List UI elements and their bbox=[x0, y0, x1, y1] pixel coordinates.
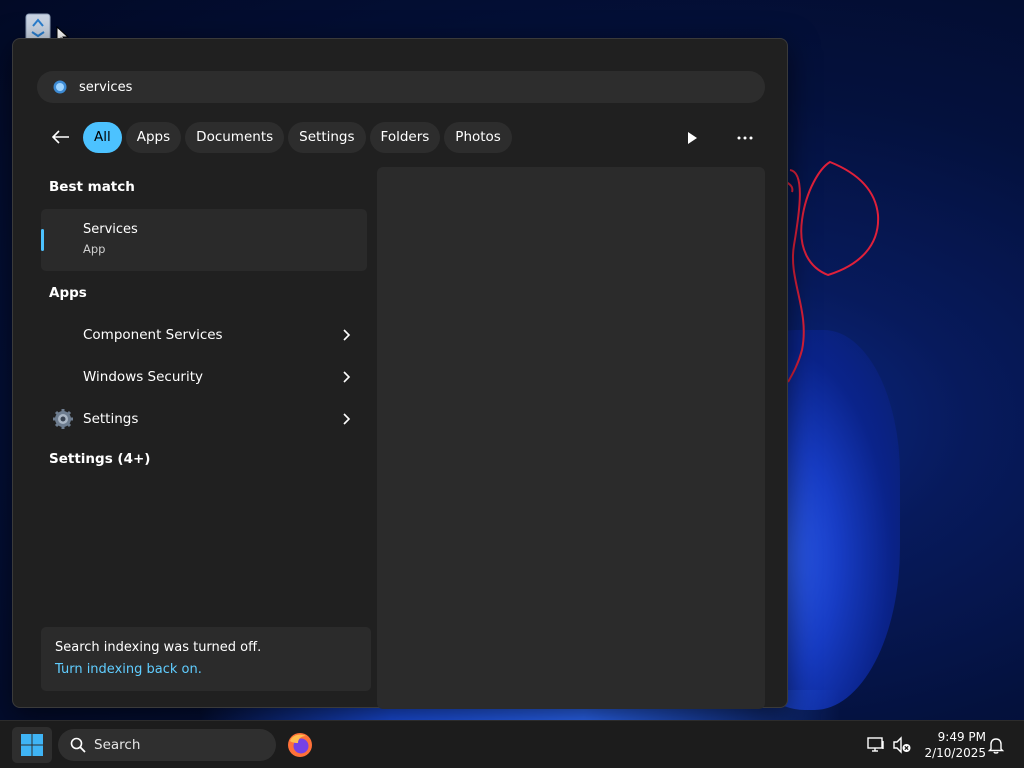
app-item-windows-security[interactable]: Windows Security bbox=[41, 357, 367, 397]
firefox-icon[interactable] bbox=[286, 731, 314, 759]
chevron-right-icon[interactable] bbox=[339, 411, 355, 427]
indexing-notice: Search indexing was turned off. Turn ind… bbox=[41, 627, 371, 691]
app-item-label: Settings bbox=[83, 411, 139, 427]
start-search-panel: All Apps Documents Settings Folders Phot… bbox=[12, 38, 788, 709]
taskbar-search-box[interactable]: Search bbox=[58, 729, 276, 761]
search-input[interactable] bbox=[79, 79, 719, 95]
filter-settings[interactable]: Settings bbox=[288, 121, 366, 153]
component-services-icon bbox=[51, 323, 75, 347]
start-button[interactable] bbox=[12, 727, 52, 763]
chevron-right-icon[interactable] bbox=[339, 327, 355, 343]
windows-logo-icon bbox=[21, 734, 43, 756]
apps-heading: Apps bbox=[49, 285, 87, 301]
best-match-type: App bbox=[83, 242, 106, 256]
best-match-services[interactable]: Services App bbox=[41, 209, 367, 271]
filter-all[interactable]: All bbox=[83, 121, 122, 153]
app-item-label: Component Services bbox=[83, 327, 223, 343]
selection-indicator bbox=[41, 229, 44, 251]
best-match-name: Services bbox=[83, 222, 138, 237]
best-match-heading: Best match bbox=[49, 179, 135, 195]
more-options-button[interactable] bbox=[733, 127, 757, 149]
chevron-right-icon[interactable] bbox=[339, 369, 355, 385]
filter-documents[interactable]: Documents bbox=[185, 121, 285, 153]
taskbar: Search 9:49 PM 2/10/2025 bbox=[0, 720, 1024, 768]
volume-muted-icon[interactable] bbox=[892, 735, 912, 755]
search-icon bbox=[53, 80, 67, 94]
settings-section-heading[interactable]: Settings (4+) bbox=[49, 451, 150, 467]
result-preview-pane bbox=[377, 167, 765, 709]
play-button[interactable] bbox=[681, 127, 703, 149]
red-scribble-drawing bbox=[780, 160, 880, 383]
app-item-settings[interactable]: Settings bbox=[41, 399, 367, 439]
app-item-component-services[interactable]: Component Services bbox=[41, 315, 367, 355]
taskbar-search-label: Search bbox=[94, 737, 141, 753]
arrow-left-icon bbox=[52, 130, 69, 144]
ellipsis-icon bbox=[737, 136, 753, 140]
filter-apps[interactable]: Apps bbox=[125, 121, 182, 153]
network-icon[interactable] bbox=[866, 735, 886, 755]
back-button[interactable] bbox=[47, 123, 75, 151]
start-search-box[interactable] bbox=[37, 71, 765, 103]
filter-bar: All Apps Documents Settings Folders Phot… bbox=[47, 121, 516, 153]
indexing-message: Search indexing was turned off. bbox=[55, 640, 262, 655]
notification-bell-icon[interactable] bbox=[986, 735, 1006, 755]
gear-icon bbox=[53, 409, 73, 429]
filter-folders[interactable]: Folders bbox=[369, 121, 441, 153]
clock-time: 9:49 PM bbox=[937, 730, 986, 744]
app-item-label: Windows Security bbox=[83, 369, 203, 385]
turn-indexing-on-link[interactable]: Turn indexing back on. bbox=[55, 662, 202, 677]
search-icon bbox=[70, 737, 86, 753]
play-icon bbox=[688, 132, 697, 144]
taskbar-clock[interactable]: 9:49 PM 2/10/2025 bbox=[918, 729, 986, 761]
clock-date: 2/10/2025 bbox=[924, 746, 986, 760]
filter-photos[interactable]: Photos bbox=[444, 121, 512, 153]
windows-security-icon bbox=[51, 365, 75, 389]
